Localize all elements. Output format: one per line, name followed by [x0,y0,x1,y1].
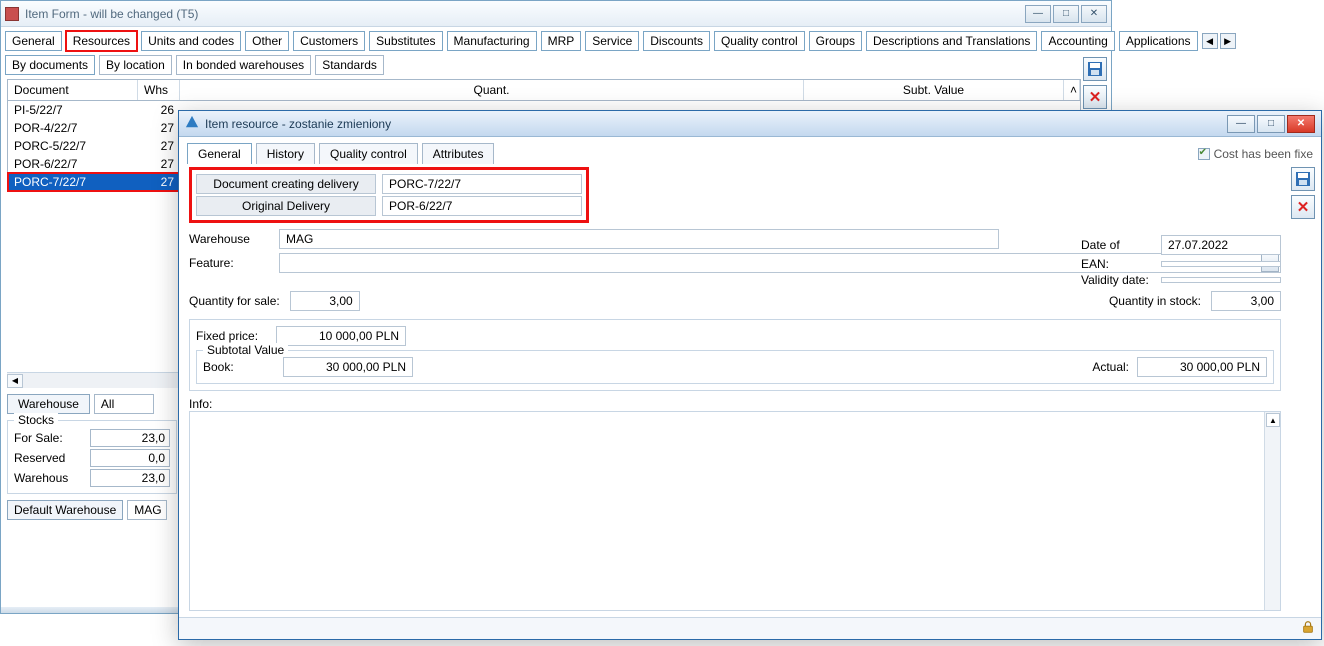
main-minimize-button[interactable]: — [1025,5,1051,23]
main-maximize-button[interactable]: □ [1053,5,1079,23]
hscroll-left[interactable]: ◀ [7,374,23,388]
default-warehouse-button[interactable]: Default Warehouse [7,500,123,520]
subtab-by-documents[interactable]: By documents [5,55,95,75]
stocks-legend: Stocks [14,413,58,427]
tab-general[interactable]: General [5,31,62,51]
tab-accounting[interactable]: Accounting [1041,31,1114,51]
modal-cancel-button[interactable]: ✕ [1291,195,1315,219]
feature-label: Feature: [189,256,279,270]
reserved-value: 0,0 [90,449,170,467]
qty-in-stock-value: 3,00 [1211,291,1281,311]
subtab-by-location[interactable]: By location [99,55,172,75]
modal-tab-history[interactable]: History [256,143,315,164]
col-document[interactable]: Document [8,80,138,100]
modal-titlebar[interactable]: Item resource - zostanie zmieniony — □ ✕ [179,111,1321,137]
modal-app-icon [185,115,199,132]
ean-label: EAN: [1081,257,1161,271]
subtotal-legend: Subtotal Value [203,343,288,357]
main-close-button[interactable]: ✕ [1081,5,1107,23]
reserved-label: Reserved [14,451,79,465]
doc-creating-delivery-value: PORC-7/22/7 [382,174,582,194]
tab-manufacturing[interactable]: Manufacturing [447,31,537,51]
grid-scroll-up[interactable]: ˄ [1064,80,1080,100]
lock-icon [1301,620,1315,637]
vscroll-up[interactable]: ▲ [1266,413,1280,427]
subtab-standards[interactable]: Standards [315,55,384,75]
doc-creating-delivery-button[interactable]: Document creating delivery [196,174,376,194]
date-of-value: 27.07.2022 [1161,235,1281,255]
modal-maximize-button[interactable]: □ [1257,115,1285,133]
fixed-price-label: Fixed price: [196,329,276,343]
qty-in-stock-label: Quantity in stock: [1109,294,1201,308]
book-value: 30 000,00 PLN [283,357,413,377]
app-icon [5,7,19,21]
tab-units-codes[interactable]: Units and codes [141,31,241,51]
secondary-tab-row: By documents By location In bonded wareh… [1,51,1111,79]
info-textarea[interactable]: ▲ [189,411,1281,611]
tab-substitutes[interactable]: Substitutes [369,31,442,51]
tab-quality-control[interactable]: Quality control [714,31,805,51]
modal-tab-general[interactable]: General [187,143,252,164]
for-sale-label: For Sale: [14,431,79,445]
tab-service[interactable]: Service [585,31,639,51]
cost-fixed-label: Cost has been fixe [1214,147,1313,161]
price-block: Fixed price: 10 000,00 PLN Subtotal Valu… [189,319,1281,391]
warehouse-filter-value[interactable]: All [94,394,154,414]
validity-date-label: Validity date: [1081,273,1161,287]
modal-title: Item resource - zostanie zmieniony [205,117,1225,131]
info-vertical-scrollbar[interactable]: ▲ [1264,412,1280,610]
validity-date-value[interactable] [1161,277,1281,283]
date-of-label: Date of [1081,238,1161,252]
modal-tab-row: General History Quality control Attribut… [179,137,1321,164]
col-subt-value[interactable]: Subt. Value [804,80,1064,100]
tab-applications[interactable]: Applications [1119,31,1198,51]
book-label: Book: [203,360,283,374]
warehouse-label: Warehouse [189,232,279,246]
tab-groups[interactable]: Groups [809,31,862,51]
warehouse-value: MAG [279,229,999,249]
cost-fixed-checkbox[interactable]: Cost has been fixe [1198,143,1313,164]
primary-tab-row: General Resources Units and codes Other … [1,27,1111,51]
main-save-button[interactable] [1083,57,1107,81]
original-delivery-value: POR-6/22/7 [382,196,582,216]
fixed-price-value: 10 000,00 PLN [276,326,406,346]
checkbox-icon [1198,148,1210,160]
modal-statusbar [179,617,1321,639]
main-window-title: Item Form - will be changed (T5) [25,7,1023,21]
warehouse-stock-value: 23,0 [90,469,170,487]
warehouse-stock-label: Warehous [14,471,79,485]
main-titlebar[interactable]: Item Form - will be changed (T5) — □ ✕ [1,1,1111,27]
subtab-bonded-warehouses[interactable]: In bonded warehouses [176,55,311,75]
original-delivery-button[interactable]: Original Delivery [196,196,376,216]
warehouse-filter-button[interactable]: Warehouse [7,394,90,414]
for-sale-value: 23,0 [90,429,170,447]
delivery-highlight: Document creating delivery PORC-7/22/7 O… [189,167,589,223]
modal-tab-quality-control[interactable]: Quality control [319,143,418,164]
tab-discounts[interactable]: Discounts [643,31,710,51]
tabs-scroll-left[interactable]: ◀ [1202,33,1218,49]
actual-label: Actual: [1069,360,1129,374]
tab-mrp[interactable]: MRP [541,31,582,51]
col-whs[interactable]: Whs [138,80,180,100]
tab-resources[interactable]: Resources [66,31,137,51]
stocks-group: Stocks For Sale:23,0 Reserved0,0 Warehou… [7,420,177,494]
tab-descriptions-translations[interactable]: Descriptions and Translations [866,31,1037,51]
modal-close-button[interactable]: ✕ [1287,115,1315,133]
actual-value: 30 000,00 PLN [1137,357,1267,377]
modal-tab-attributes[interactable]: Attributes [422,143,495,164]
qty-for-sale-label: Quantity for sale: [189,294,280,308]
default-warehouse-value: MAG [127,500,167,520]
main-delete-button[interactable]: ✕ [1083,85,1107,109]
tab-customers[interactable]: Customers [293,31,365,51]
tab-other[interactable]: Other [245,31,289,51]
qty-for-sale-value: 3,00 [290,291,360,311]
tabs-scroll-right[interactable]: ▶ [1220,33,1236,49]
item-resource-window: Item resource - zostanie zmieniony — □ ✕… [178,110,1322,640]
info-label: Info: [189,397,1281,411]
grid-header: Document Whs Quant. Subt. Value ˄ [8,80,1080,101]
col-quant[interactable]: Quant. [180,80,804,100]
ean-value[interactable] [1161,261,1281,267]
modal-minimize-button[interactable]: — [1227,115,1255,133]
modal-save-button[interactable] [1291,167,1315,191]
